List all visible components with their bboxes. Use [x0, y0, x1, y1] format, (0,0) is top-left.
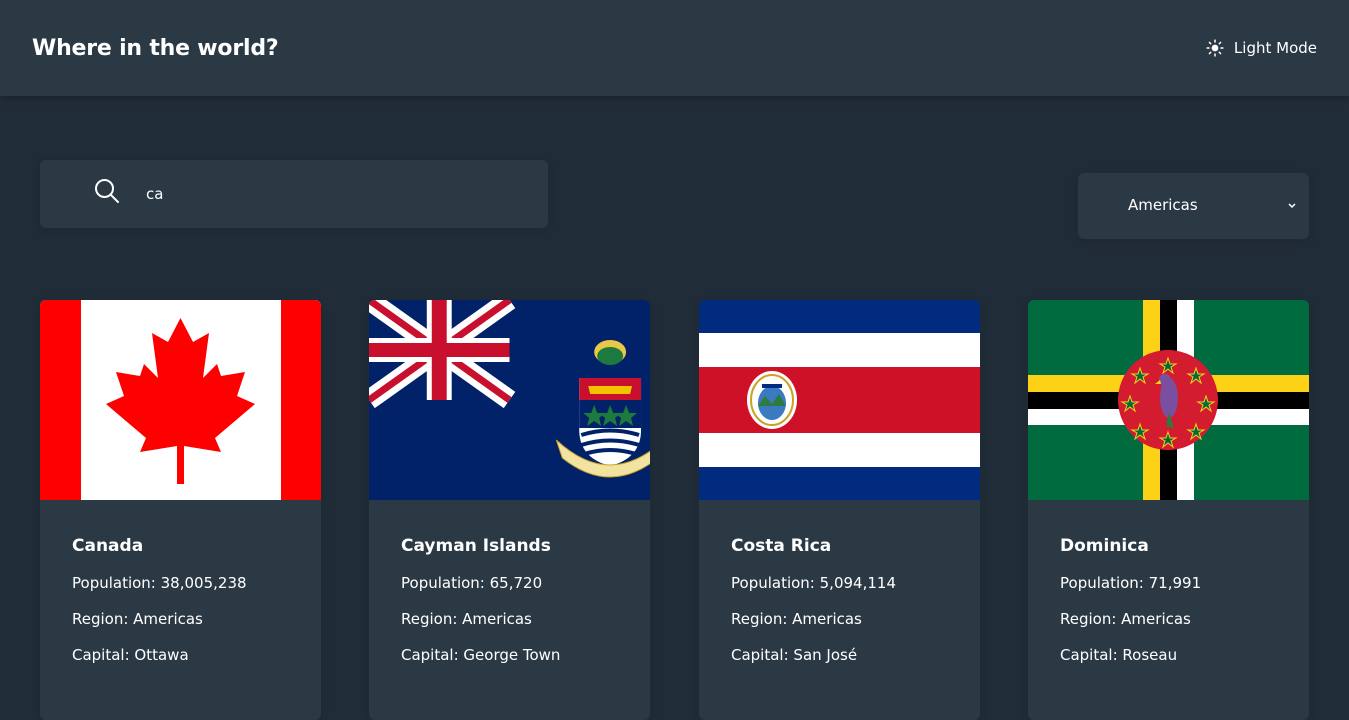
country-card-costa-rica[interactable]: Costa Rica Population: 5,094,114 Region:…	[699, 300, 980, 720]
region-value: Americas	[792, 610, 862, 628]
country-card-cayman-islands[interactable]: Cayman Islands Population: 65,720 Region…	[369, 300, 650, 720]
capital-value: Ottawa	[134, 646, 189, 664]
population-line: Population: 5,094,114	[731, 574, 896, 592]
population-line: Population: 71,991	[1060, 574, 1202, 592]
capital-line: Capital: Ottawa	[72, 646, 189, 664]
country-card-canada[interactable]: Canada Population: 38,005,238 Region: Am…	[40, 300, 321, 720]
country-name: Dominica	[1060, 536, 1149, 556]
population-value: 65,720	[489, 574, 543, 592]
region-line: Region: Americas	[401, 610, 532, 628]
chevron-down-icon	[1288, 203, 1296, 209]
theme-toggle-label: Light Mode	[1233, 39, 1317, 57]
region-filter-value: Americas	[1128, 196, 1198, 214]
search-icon	[95, 179, 119, 203]
region-filter-select[interactable]: Americas	[1078, 173, 1309, 239]
flag-dominica-image	[1028, 300, 1309, 500]
population-line: Population: 38,005,238	[72, 574, 247, 592]
population-value: 71,991	[1148, 574, 1202, 592]
region-line: Region: Americas	[72, 610, 203, 628]
search-box	[40, 160, 548, 228]
country-name: Cayman Islands	[401, 536, 551, 556]
capital-line: Capital: San José	[731, 646, 858, 664]
population-line: Population: 65,720	[401, 574, 543, 592]
country-card-dominica[interactable]: Dominica Population: 71,991 Region: Amer…	[1028, 300, 1309, 720]
country-name: Canada	[72, 536, 144, 556]
sun-icon	[1206, 39, 1224, 57]
population-value: 5,094,114	[819, 574, 896, 592]
capital-line: Capital: George Town	[401, 646, 561, 664]
population-value: 38,005,238	[160, 574, 247, 592]
capital-value: San José	[793, 646, 858, 664]
flag-canada-image	[40, 300, 321, 500]
region-value: Americas	[1121, 610, 1191, 628]
app-title: Where in the world?	[32, 35, 279, 61]
region-line: Region: Americas	[731, 610, 862, 628]
flag-cayman-islands-image	[369, 300, 650, 500]
search-input[interactable]	[146, 160, 536, 228]
region-value: Americas	[133, 610, 203, 628]
region-line: Region: Americas	[1060, 610, 1191, 628]
theme-toggle-button[interactable]: Light Mode	[1206, 39, 1317, 57]
capital-line: Capital: Roseau	[1060, 646, 1178, 664]
app-header: Where in the world? Light Mode	[0, 0, 1349, 96]
flag-costa-rica-image	[699, 300, 980, 500]
capital-value: George Town	[463, 646, 561, 664]
capital-value: Roseau	[1122, 646, 1178, 664]
region-value: Americas	[462, 610, 532, 628]
country-name: Costa Rica	[731, 536, 832, 556]
